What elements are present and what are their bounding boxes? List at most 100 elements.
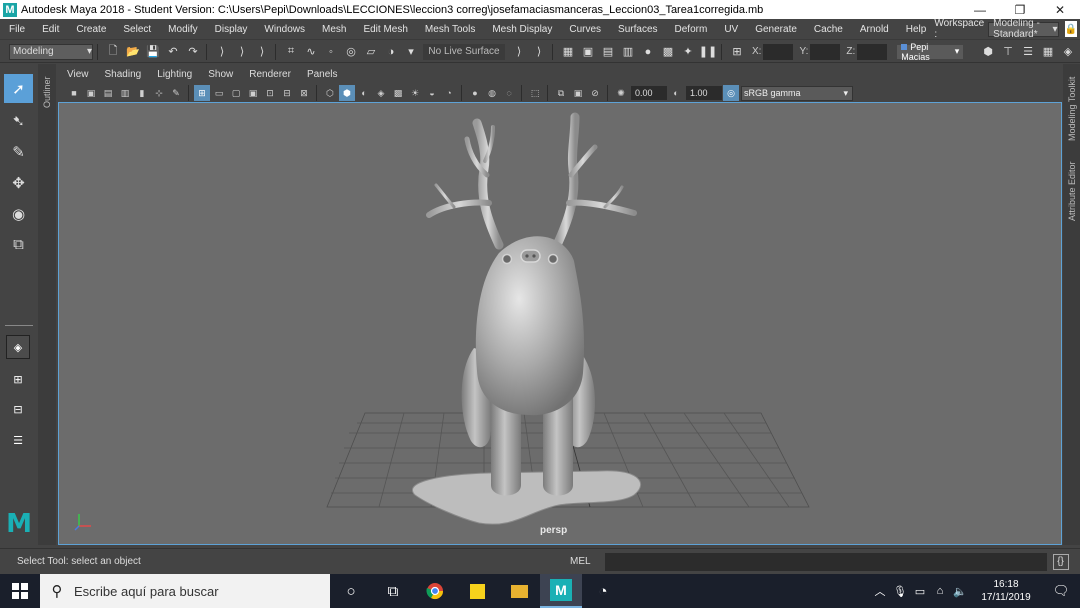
ipr-render-icon[interactable]: ▤ (599, 43, 617, 61)
xray-active-components-icon[interactable]: ▣ (570, 85, 586, 101)
shadows-icon[interactable]: ◒ (424, 85, 440, 101)
gate-mask-icon[interactable]: ▣ (245, 85, 261, 101)
anti-aliasing-icon[interactable]: ◍ (484, 85, 500, 101)
menu-help[interactable]: Help (897, 24, 935, 35)
safe-title-icon[interactable]: ⊠ (296, 85, 312, 101)
menu-uv[interactable]: UV (715, 24, 746, 35)
image-plane-icon[interactable]: ▥ (117, 85, 133, 101)
smooth-shade-icon[interactable]: ⬢ (339, 85, 355, 101)
render-view-icon[interactable]: ▥ (619, 43, 637, 61)
toggle-modeling-toolkit-icon[interactable]: ⬢ (979, 43, 997, 61)
menu-curves[interactable]: Curves (560, 24, 609, 35)
taskbar-clock[interactable]: 16:18 17/11/2019 (976, 578, 1036, 604)
restore-button[interactable]: ❐ (1000, 0, 1040, 19)
task-view-icon[interactable]: ⧉ (372, 574, 414, 608)
microphone-icon[interactable]: 🎙 (890, 585, 910, 598)
film-gate-icon[interactable]: ▭ (211, 85, 227, 101)
2d-pan-zoom-icon[interactable]: ⊹ (151, 85, 167, 101)
menu-file[interactable]: File (0, 24, 33, 35)
menu-deform[interactable]: Deform (666, 24, 716, 35)
toggle-channel-box-icon[interactable]: ▦ (1039, 43, 1057, 61)
color-management-icon[interactable]: ◎ (723, 85, 739, 101)
xray-joints-icon[interactable]: ⊘ (587, 85, 603, 101)
construction-history-icon[interactable]: ⟩ (530, 43, 548, 61)
motion-blur-icon[interactable]: ● (467, 85, 483, 101)
depth-of-field-icon[interactable]: ◌ (501, 85, 517, 101)
menu-arnold[interactable]: Arnold (851, 24, 897, 35)
snap-to-view-plane-icon[interactable]: ▱ (362, 43, 380, 61)
maya-taskbar-icon[interactable]: M (540, 574, 582, 608)
chrome-icon[interactable] (414, 574, 456, 608)
chevron-down-icon[interactable]: ▾ (402, 43, 420, 61)
menu-edit-mesh[interactable]: Edit Mesh (354, 24, 415, 35)
move-tool-icon[interactable]: ✥ (4, 168, 33, 197)
xray-icon[interactable]: ⧉ (553, 85, 569, 101)
live-surface-field[interactable]: No Live Surface (423, 43, 505, 60)
user-account-dropdown[interactable]: Pepi Macias ▾ (897, 42, 964, 62)
select-tool-icon[interactable]: ➚ (4, 74, 33, 103)
exposure-field[interactable]: 0.00 (631, 86, 667, 100)
z-field[interactable] (857, 43, 888, 60)
render-settings-icon[interactable]: ▦ (559, 43, 577, 61)
menu-create[interactable]: Create (67, 24, 114, 35)
camera-select-icon[interactable]: ■ (66, 85, 82, 101)
snap-to-grid-icon[interactable]: ⌗ (282, 43, 300, 61)
textured-icon[interactable]: ▩ (390, 85, 406, 101)
menu-mesh[interactable]: Mesh (313, 24, 354, 35)
network-icon[interactable]: ⌂ (930, 585, 950, 597)
transform-mode-icon[interactable]: ⊞ (728, 43, 746, 61)
toggle-tool-settings-icon[interactable]: ☰ (1019, 43, 1037, 61)
command-line-input[interactable] (604, 552, 1047, 571)
bookmark-icon[interactable]: ▮ (134, 85, 150, 101)
use-all-lights-icon[interactable]: ☀ (407, 85, 423, 101)
wireframe-icon[interactable]: ⬡ (322, 85, 338, 101)
view-transform-dropdown[interactable]: sRGB gamma ▾ (741, 85, 853, 101)
panel-menu-view[interactable]: View (58, 69, 96, 83)
taskbar-search-box[interactable]: ⚲ Escribe aquí para buscar (40, 574, 330, 608)
panel-menu-renderer[interactable]: Renderer (240, 69, 298, 83)
file-explorer-icon[interactable] (498, 574, 540, 608)
close-button[interactable]: ✕ (1040, 0, 1080, 19)
menu-select[interactable]: Select (114, 24, 159, 35)
menu-modify[interactable]: Modify (159, 24, 205, 35)
open-scene-icon[interactable]: 📂 (124, 43, 142, 61)
default-material-icon[interactable]: ◐ (356, 85, 372, 101)
workspace-dropdown[interactable]: Modeling - Standard* ▾ (988, 18, 1059, 40)
menu-cache[interactable]: Cache (805, 24, 851, 35)
panel-menu-lighting[interactable]: Lighting (148, 69, 199, 83)
safe-action-icon[interactable]: ⊟ (279, 85, 295, 101)
menu-windows[interactable]: Windows (255, 24, 313, 35)
panel-menu-panels[interactable]: Panels (298, 69, 345, 83)
menu-surfaces[interactable]: Surfaces (609, 24, 665, 35)
save-scene-icon[interactable]: 💾 (144, 43, 162, 61)
menu-display[interactable]: Display (206, 24, 256, 35)
menu-mesh-tools[interactable]: Mesh Tools (416, 24, 483, 35)
windows-start-button[interactable] (0, 574, 40, 608)
panel-menu-shading[interactable]: Shading (96, 69, 149, 83)
wireframe-on-shaded-icon[interactable]: ◈ (373, 85, 389, 101)
cortana-icon[interactable]: ○ (330, 574, 372, 608)
select-by-hierarchy-icon[interactable]: ⟩ (213, 43, 231, 61)
obs-icon[interactable]: ◔ (582, 574, 624, 608)
redo-icon[interactable]: ↷ (184, 43, 202, 61)
isolate-select-icon[interactable]: ⬚ (527, 85, 543, 101)
render-frame-icon[interactable]: ▣ (579, 43, 597, 61)
3d-viewport[interactable]: persp (58, 102, 1062, 545)
show-hidden-icons-icon[interactable]: ︿ (870, 583, 890, 599)
menu-edit[interactable]: Edit (33, 24, 67, 35)
grid-icon[interactable]: ⊞ (194, 85, 210, 101)
gamma-field[interactable]: 1.00 (686, 86, 722, 100)
outliner-side-tab[interactable]: Outliner (38, 64, 56, 545)
snap-to-projected-center-icon[interactable]: ◎ (342, 43, 360, 61)
hypershade-icon[interactable]: ● (639, 43, 657, 61)
menu-set-dropdown[interactable]: Modeling ▾ (9, 43, 93, 60)
x-field[interactable] (763, 43, 794, 60)
menu-generate[interactable]: Generate (746, 24, 805, 35)
single-perspective-layout-icon[interactable]: ◈ (6, 335, 30, 359)
lock-icon[interactable]: 🔒 (1064, 21, 1077, 37)
field-chart-icon[interactable]: ⊡ (262, 85, 278, 101)
make-live-icon[interactable]: ◑ (382, 43, 400, 61)
grease-pencil-icon[interactable]: ✎ (168, 85, 184, 101)
screen-space-ao-icon[interactable]: ◔ (441, 85, 457, 101)
paint-select-tool-icon[interactable]: ✎ (4, 137, 33, 166)
